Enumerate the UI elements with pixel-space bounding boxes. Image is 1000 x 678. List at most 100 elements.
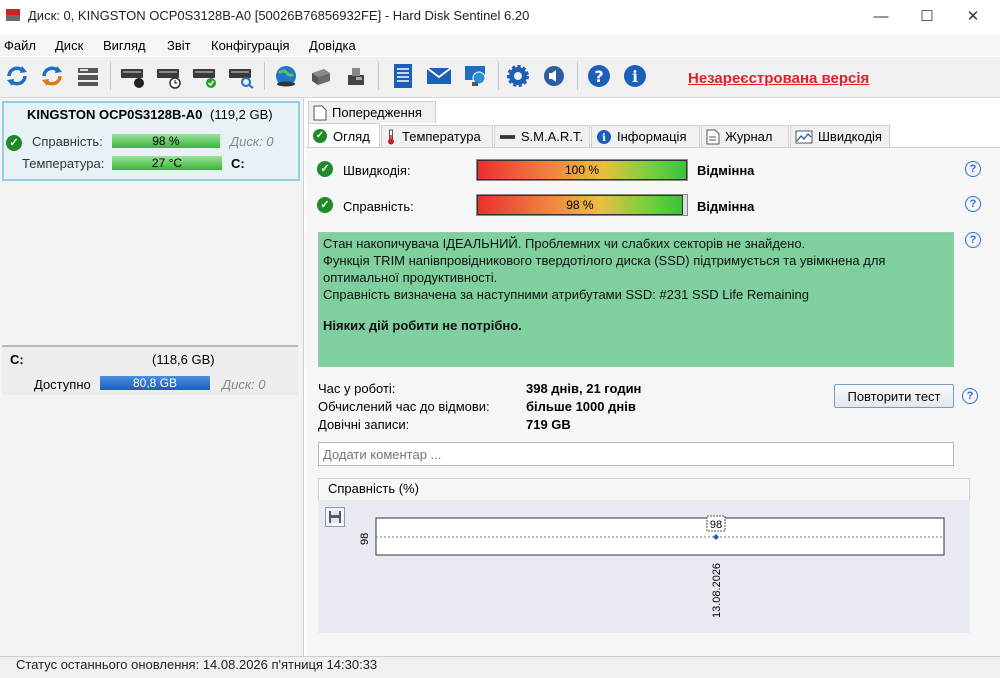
status-line: Функція TRIM напівпровідникового твердот… <box>323 253 886 285</box>
refresh-icon[interactable] <box>2 60 32 92</box>
tab-smart[interactable]: S.M.A.R.T. <box>494 125 590 147</box>
menu-bar <box>0 34 1000 56</box>
performance-chart-icon <box>795 130 813 143</box>
disk-temperature-label: Температура: <box>22 156 105 171</box>
disk-temperature-track: 27 °C <box>112 156 222 170</box>
report-icon[interactable] <box>388 60 418 92</box>
disk-scan-icon[interactable] <box>226 60 256 92</box>
performance-track: 100 % <box>476 159 688 181</box>
disk-health-track: 98 % <box>112 134 222 148</box>
disk-health-label: Справність: <box>32 134 103 149</box>
time-to-failure-value: більше 1000 днів <box>526 399 636 414</box>
email-icon[interactable] <box>424 60 454 92</box>
toolbar-separator <box>577 62 578 90</box>
check-icon: ✓ <box>313 129 327 143</box>
uptime-label: Час у роботі: <box>318 381 396 396</box>
minimize-button[interactable]: — <box>858 0 904 32</box>
unregistered-version-link[interactable]: Незареєстрована версія <box>688 70 869 87</box>
tab-smart-label: S.M.A.R.T. <box>520 129 583 144</box>
health-ok-icon: ✓ <box>6 135 22 151</box>
menu-help[interactable]: Довідка <box>309 38 356 53</box>
retest-help-icon[interactable]: ? <box>962 388 978 404</box>
uptime-value: 398 днів, 21 годин <box>526 381 642 396</box>
tab-temperature[interactable]: Температура <box>381 125 493 147</box>
globe-icon[interactable] <box>271 60 301 92</box>
maximize-button[interactable]: ☐ <box>904 0 950 32</box>
svg-text:i: i <box>602 133 606 144</box>
chart-x-tick-label: 13.08.2026 <box>711 563 723 618</box>
tools-icon[interactable] <box>341 60 371 92</box>
menu-disk[interactable]: Диск <box>55 38 83 53</box>
menu-configuration[interactable]: Конфігурація <box>211 38 290 53</box>
status-help-icon[interactable]: ? <box>965 232 981 248</box>
chart-y-tick-label: 98 <box>359 533 371 545</box>
health-help-icon[interactable]: ? <box>965 196 981 212</box>
log-icon <box>706 129 720 144</box>
about-icon[interactable]: i <box>620 60 650 92</box>
health-ok-icon: ✓ <box>317 197 333 213</box>
performance-rating: Відмінна <box>697 163 755 178</box>
disk-index: Диск: 0 <box>230 134 274 149</box>
sound-icon[interactable] <box>539 60 569 92</box>
performance-help-icon[interactable]: ? <box>965 161 981 177</box>
window-title: Диск: 0, KINGSTON OCP0S3128B-A0 [50026B7… <box>28 8 530 23</box>
health-track: 98 % <box>476 194 688 216</box>
volume-size: (118,6 GB) <box>152 352 215 367</box>
menu-view[interactable]: Вигляд <box>103 38 146 53</box>
performance-bar: 100 % <box>477 160 687 180</box>
volume-letter: C: <box>10 352 24 367</box>
menu-file[interactable]: Файл <box>4 38 36 53</box>
tab-performance[interactable]: Швидкодія <box>790 125 890 147</box>
disk-size: (119,2 GB) <box>210 107 273 122</box>
tab-information-label: Інформація <box>617 129 687 144</box>
disk-name: KINGSTON OCP0S3128B-A0 <box>27 107 203 122</box>
chart-title: Справність (%) <box>324 481 423 496</box>
chart-data-label: 98 <box>710 519 722 531</box>
close-button[interactable]: ✕ <box>950 0 996 32</box>
toolbar-separator <box>498 62 499 90</box>
toolbar-separator <box>378 62 379 90</box>
tab-performance-label: Швидкодія <box>818 129 882 144</box>
lifetime-writes-label: Довічні записи: <box>318 417 410 432</box>
help-icon[interactable]: ? <box>584 60 614 92</box>
svg-text:?: ? <box>594 67 603 86</box>
refresh-all-icon[interactable] <box>37 60 67 92</box>
disk-test-icon[interactable] <box>190 60 220 92</box>
tab-warnings[interactable]: Попередження <box>308 101 436 123</box>
network-icon[interactable] <box>460 60 490 92</box>
volume-free-bar: 80,8 GB <box>100 376 210 390</box>
gear-icon[interactable] <box>503 60 533 92</box>
health-chart: 98 13.08.2026 98 <box>359 515 945 618</box>
status-description: Стан накопичувача ІДЕАЛЬНИЙ. Проблемних … <box>318 232 954 367</box>
retest-button[interactable]: Повторити тест <box>834 384 954 408</box>
tab-warnings-label: Попередження <box>332 105 422 120</box>
disk-partition-letter: C: <box>231 156 245 171</box>
tab-information[interactable]: i Інформація <box>591 125 700 147</box>
comment-input[interactable] <box>318 442 954 466</box>
health-rating: Відмінна <box>697 199 755 214</box>
disk-info-icon[interactable] <box>118 60 148 92</box>
svg-text:i: i <box>632 67 638 86</box>
status-line: Стан накопичувача ІДЕАЛЬНИЙ. Проблемних … <box>323 236 806 251</box>
tab-overview-label: Огляд <box>333 128 370 144</box>
time-to-failure-label: Обчислений час до відмови: <box>318 399 490 414</box>
status-line: Справність визначена за наступними атриб… <box>323 287 810 302</box>
document-icon <box>313 105 327 120</box>
tab-temperature-label: Температура <box>402 129 481 144</box>
menu-report[interactable]: Звіт <box>167 38 191 53</box>
status-bar-text: Статус останнього оновлення: 14.08.2026 … <box>16 657 378 672</box>
health-label: Справність: <box>343 199 414 214</box>
tab-log[interactable]: Журнал <box>701 125 789 147</box>
app-icon <box>6 9 20 21</box>
tab-overview[interactable]: ✓ Огляд <box>308 123 380 148</box>
disk-schedule-icon[interactable] <box>154 60 184 92</box>
toolbar-separator <box>110 62 111 90</box>
health-bar: 98 % <box>477 195 683 215</box>
performance-label: Швидкодія: <box>343 163 411 178</box>
status-action: Ніяких дій робити не потрібно. <box>323 318 522 333</box>
volume-disk-index: Диск: 0 <box>222 377 266 392</box>
lifetime-writes-value: 719 GB <box>526 417 571 432</box>
disk-list-icon[interactable] <box>73 60 103 92</box>
disk-small-icon <box>499 134 515 139</box>
backup-icon[interactable] <box>306 60 336 92</box>
